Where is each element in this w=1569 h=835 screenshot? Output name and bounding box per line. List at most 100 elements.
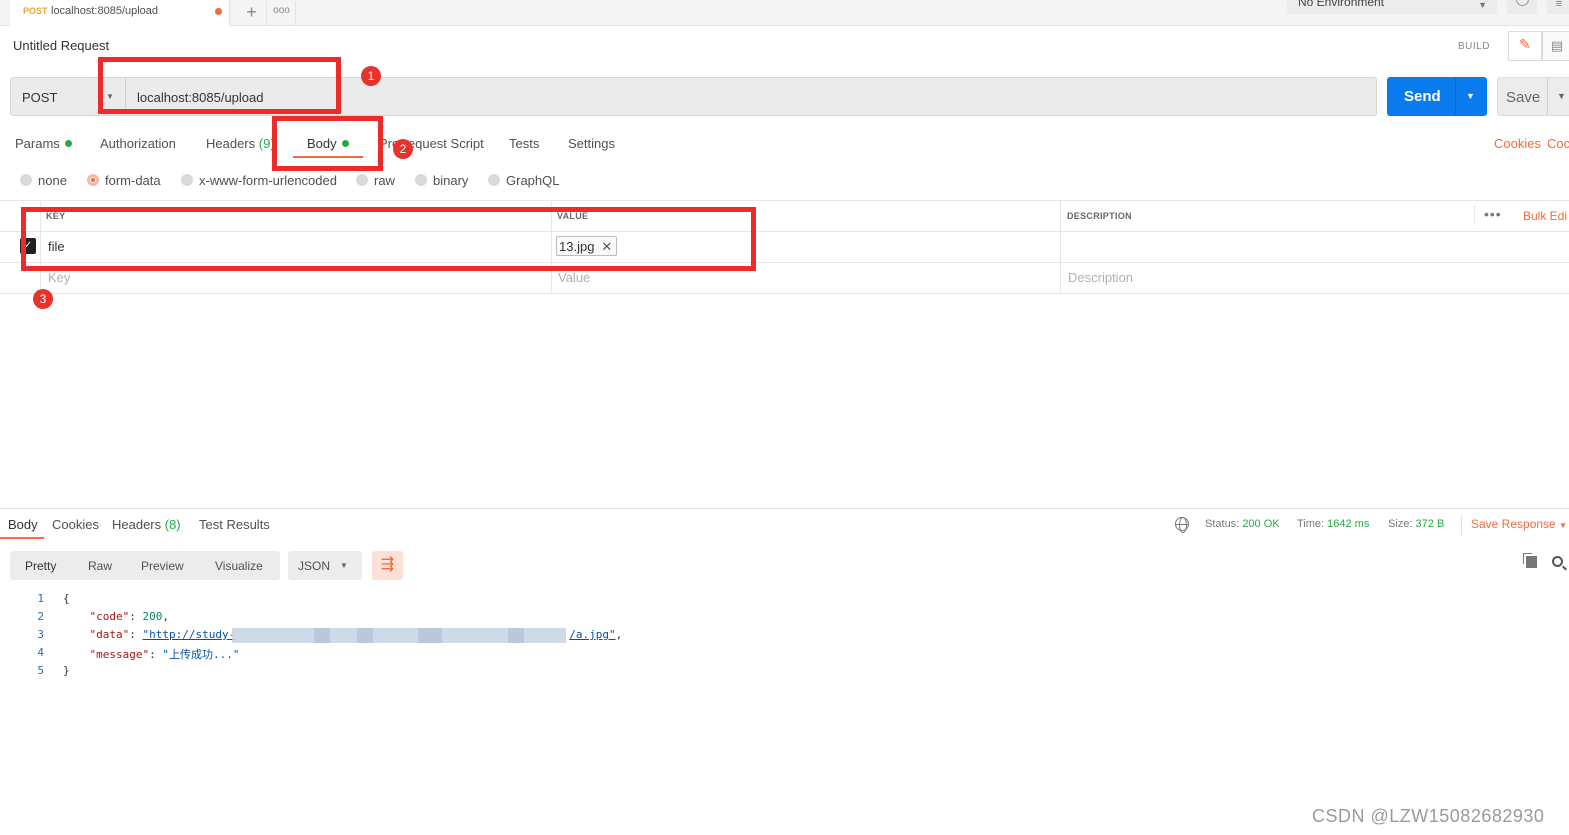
column-header-description: DESCRIPTION (1067, 211, 1132, 221)
tab-authorization[interactable]: Authorization (100, 136, 176, 151)
json-key: "code" (89, 610, 130, 623)
key-input[interactable]: Key (48, 270, 70, 285)
mosaic-block (508, 628, 524, 643)
tab-label: Tests (509, 136, 540, 151)
build-label: BUILD (1458, 41, 1490, 52)
chevron-down-icon[interactable]: ▼ (1466, 91, 1475, 101)
json-link-start[interactable]: "http://study- (143, 628, 236, 641)
comment-icon: ▤ (1550, 38, 1564, 53)
divider (0, 200, 1569, 201)
language-selected: JSON (298, 559, 331, 573)
tab-params[interactable]: Params (15, 136, 72, 151)
copy-icon[interactable] (1523, 553, 1537, 568)
view-tab-raw[interactable]: Raw (88, 559, 112, 573)
radio-circle-icon (415, 174, 427, 186)
radio-form-data[interactable]: form-data (87, 173, 161, 188)
save-label: Save (1506, 89, 1541, 106)
radio-graphql[interactable]: GraphQL (488, 173, 559, 188)
line-number: 5 (37, 664, 44, 677)
tab-strip: POST localhost:8085/upload + ooo No Envi… (0, 0, 1569, 26)
json-key: "data" (89, 628, 130, 641)
bulk-edit-link[interactable]: Bulk Edi (1523, 209, 1567, 223)
method-select[interactable]: POST (22, 90, 57, 105)
divider (1474, 205, 1475, 225)
tab-settings[interactable]: Settings (568, 136, 615, 151)
response-tab-test-results[interactable]: Test Results (199, 517, 270, 532)
cookies-link[interactable]: Cookies (1494, 136, 1541, 151)
comments-button[interactable]: ▤ (1542, 31, 1569, 61)
language-select[interactable]: JSON ▼ (288, 551, 362, 580)
view-tab-preview[interactable]: Preview (141, 559, 184, 573)
manage-environments-button[interactable]: ≡ (1547, 0, 1569, 14)
annotation-box-url (98, 57, 341, 114)
chevron-down-icon: ▼ (340, 561, 348, 570)
time-value: 1642 ms (1327, 518, 1370, 530)
wrap-lines-button[interactable]: ⇶ (372, 551, 403, 580)
view-tab-pretty[interactable]: Pretty (25, 559, 56, 573)
line-number: 2 (37, 610, 44, 623)
response-tab-body[interactable]: Body (8, 517, 38, 532)
radio-raw[interactable]: raw (356, 173, 395, 188)
tab-count: (8) (164, 517, 181, 532)
annotation-badge: 2 (393, 139, 413, 159)
time-readout: Time: 1642 ms (1297, 518, 1369, 530)
request-title[interactable]: Untitled Request (13, 38, 109, 53)
tab-label: Authorization (100, 136, 176, 151)
annotation-box-form (21, 207, 756, 271)
mosaic-block (418, 628, 442, 643)
annotation-box-body (272, 116, 383, 171)
more-tabs-button[interactable]: ooo (268, 1, 296, 25)
status-readout: Status: 200 OK (1205, 518, 1280, 530)
code-line: "code": 200, (89, 610, 170, 623)
value-input[interactable]: Value (558, 270, 590, 285)
mosaic-block (314, 628, 330, 643)
code-brace: { (63, 592, 70, 605)
more-options-button[interactable]: ••• (1484, 206, 1502, 222)
environment-quick-look-button[interactable] (1507, 0, 1537, 14)
eye-icon (1516, 0, 1529, 6)
pencil-icon: ✎ (1519, 36, 1531, 52)
status-dot-icon (64, 140, 72, 147)
json-number: 200 (142, 610, 163, 623)
status-label: Status: (1205, 518, 1240, 530)
request-tab-method: POST (23, 6, 48, 16)
radio-label: raw (374, 173, 395, 188)
radio-binary[interactable]: binary (415, 173, 468, 188)
size-readout: Size: 372 B (1388, 518, 1444, 530)
radio-urlencoded[interactable]: x-www-form-urlencoded (181, 173, 337, 188)
new-tab-button[interactable]: + (237, 1, 267, 25)
response-tab-headers[interactable]: Headers (8) (112, 517, 181, 532)
unsaved-dot-icon (215, 8, 222, 15)
response-tab-cookies[interactable]: Cookies (52, 517, 99, 532)
view-tab-visualize[interactable]: Visualize (215, 559, 263, 573)
request-tab[interactable]: POST localhost:8085/upload (10, 0, 230, 26)
radio-label: form-data (105, 173, 161, 188)
radio-label: none (38, 173, 67, 188)
tab-tests[interactable]: Tests (509, 136, 539, 151)
radio-label: GraphQL (506, 173, 560, 188)
environment-select[interactable]: No Environment ▼ (1287, 0, 1497, 14)
divider (0, 293, 1569, 294)
tab-label: Headers (206, 136, 259, 151)
chevron-down-icon[interactable]: ▼ (1557, 91, 1566, 101)
build-mode-button[interactable]: ✎ (1508, 31, 1542, 61)
divider (1455, 77, 1456, 116)
save-response-button[interactable]: Save Response ▼ (1471, 517, 1567, 531)
json-link-end[interactable]: /a.jpg" (569, 628, 615, 641)
radio-none[interactable]: none (20, 173, 67, 188)
description-input[interactable]: Description (1068, 270, 1133, 285)
line-number: 3 (37, 628, 44, 641)
radio-label: binary (433, 173, 469, 188)
chevron-down-icon: ▼ (1478, 0, 1487, 10)
search-icon[interactable] (1552, 556, 1563, 567)
code-link[interactable]: Coc (1547, 136, 1569, 151)
json-key: "message" (89, 648, 150, 661)
tab-headers[interactable]: Headers (9) (206, 136, 275, 151)
code-line: } (63, 664, 70, 677)
radio-selected-icon (87, 174, 99, 186)
globe-icon[interactable] (1175, 517, 1189, 533)
code-line: "message": "上传成功..." (89, 648, 240, 661)
save-button[interactable]: Save ▼ (1497, 77, 1569, 116)
active-tab-underline (0, 537, 44, 539)
send-button[interactable]: Send ▼ (1387, 77, 1487, 116)
